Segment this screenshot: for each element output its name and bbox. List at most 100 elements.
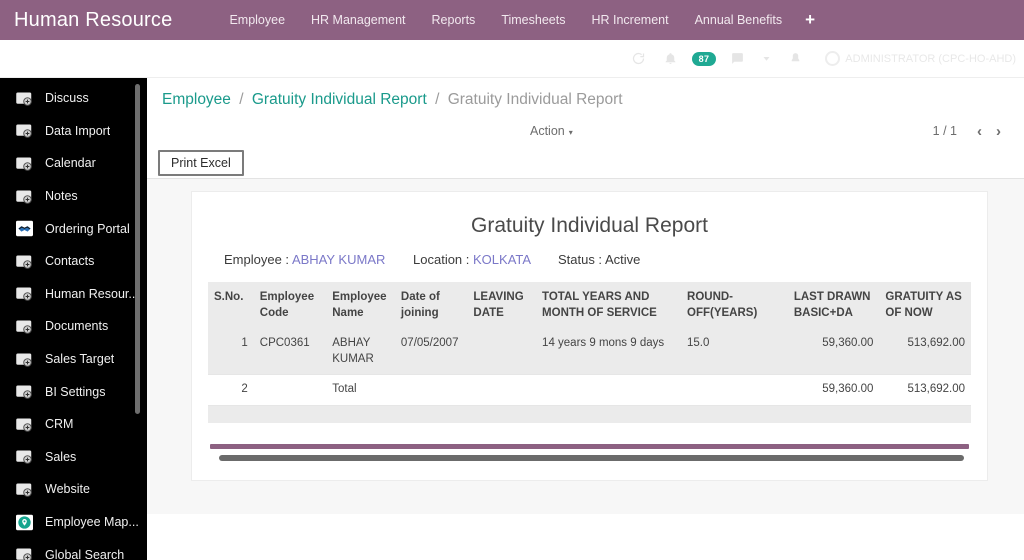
sidebar-item-employee-map[interactable]: Employee Map... bbox=[0, 506, 147, 539]
column-header-employee-code[interactable]: Employee Code bbox=[253, 282, 327, 330]
cell-date-of-joining bbox=[394, 374, 468, 406]
sidebar-item-label: Ordering Portal bbox=[45, 221, 130, 236]
action-bar: Action ▾ 1 / 1 ‹ › bbox=[147, 115, 1024, 147]
gratuity-report-table: S.No. Employee Code Employee Name Date o… bbox=[208, 282, 971, 406]
record-pager: 1 / 1 ‹ › bbox=[933, 123, 1008, 140]
cell-total-service bbox=[536, 374, 682, 406]
sidebar-item-label: Calendar bbox=[45, 156, 96, 171]
next-record-icon[interactable]: › bbox=[989, 123, 1008, 140]
sidebar-item-documents[interactable]: Documents bbox=[0, 310, 147, 343]
breadcrumb-root[interactable]: Employee bbox=[162, 91, 231, 108]
report-control-bar: Print Excel bbox=[147, 147, 1024, 179]
meta-location-value: KOLKATA bbox=[473, 252, 531, 267]
app-icon bbox=[14, 546, 34, 560]
meta-employee: Employee : ABHAY KUMAR bbox=[224, 252, 389, 267]
system-status-bar: 87 ADMINISTRATOR (CPC-HO-AHD) bbox=[0, 40, 1024, 78]
previous-record-icon[interactable]: ‹ bbox=[970, 123, 989, 140]
cell-round-off-years bbox=[681, 374, 788, 406]
column-header-date-of-joining[interactable]: Date of joining bbox=[394, 282, 468, 330]
meta-employee-label: Employee : bbox=[224, 252, 290, 267]
action-dropdown-label: Action bbox=[530, 124, 565, 138]
sidebar-scrollbar[interactable] bbox=[135, 84, 140, 414]
main-content-area: Employee / Gratuity Individual Report / … bbox=[147, 78, 1024, 560]
sidebar-item-crm[interactable]: CRM bbox=[0, 408, 147, 441]
sidebar-item-label: Human Resour... bbox=[45, 286, 139, 301]
report-footer-bars bbox=[208, 443, 971, 461]
left-app-sidebar: Discuss Data Import Calendar Notes Order bbox=[0, 78, 147, 560]
nav-item-hr-increment[interactable]: HR Increment bbox=[578, 0, 681, 40]
cell-gratuity-as-of-now: 513,692.00 bbox=[879, 374, 971, 406]
sidebar-item-website[interactable]: Website bbox=[0, 473, 147, 506]
column-header-round-off-years[interactable]: ROUND-OFF(YEARS) bbox=[681, 282, 788, 330]
column-header-last-drawn-basic-da[interactable]: LAST DRAWN BASIC+DA bbox=[787, 282, 880, 330]
cell-employee-code bbox=[253, 374, 327, 406]
app-icon bbox=[14, 448, 34, 465]
nav-item-timesheets[interactable]: Timesheets bbox=[488, 0, 578, 40]
sidebar-item-discuss[interactable]: Discuss bbox=[0, 82, 147, 115]
column-header-leaving-date[interactable]: LEAVING DATE bbox=[467, 282, 537, 330]
sidebar-item-ordering-portal[interactable]: Ordering Portal bbox=[0, 212, 147, 245]
meta-status: Status : Active bbox=[558, 252, 640, 267]
breadcrumb-separator: / bbox=[435, 91, 440, 108]
app-icon bbox=[14, 90, 34, 107]
app-top-bar: Human Resource Employee HR Management Re… bbox=[0, 0, 1024, 40]
map-pin-icon bbox=[14, 514, 34, 531]
report-title: Gratuity Individual Report bbox=[471, 214, 708, 237]
cell-round-off-years: 15.0 bbox=[681, 329, 788, 376]
sidebar-item-notes[interactable]: Notes bbox=[0, 180, 147, 213]
meta-status-label: Status : bbox=[557, 252, 603, 267]
print-excel-button[interactable]: Print Excel bbox=[158, 149, 244, 176]
report-card: Gratuity Individual Report Employee : AB… bbox=[191, 191, 988, 481]
chevron-down-icon[interactable] bbox=[762, 54, 771, 63]
avatar bbox=[825, 51, 841, 66]
pager-count-label: 1 / 1 bbox=[932, 124, 957, 138]
cell-sno: 1 bbox=[208, 329, 254, 376]
column-header-sno[interactable]: S.No. bbox=[208, 282, 254, 330]
table-header-row: S.No. Employee Code Employee Name Date o… bbox=[208, 282, 971, 330]
sidebar-item-sales-target[interactable]: Sales Target bbox=[0, 343, 147, 376]
nav-item-hr-management[interactable]: HR Management bbox=[298, 0, 419, 40]
cell-sno: 2 bbox=[208, 374, 254, 406]
add-new-icon[interactable]: + bbox=[795, 0, 825, 40]
column-header-total-service[interactable]: TOTAL YEARS AND MONTH OF SERVICE bbox=[536, 282, 682, 330]
breadcrumb-current: Gratuity Individual Report bbox=[447, 91, 623, 108]
activity-icon[interactable] bbox=[789, 52, 802, 65]
nav-item-employee[interactable]: Employee bbox=[216, 0, 298, 40]
horizontal-scrollbar[interactable] bbox=[219, 454, 965, 461]
user-account-menu[interactable]: ADMINISTRATOR (CPC-HO-AHD) bbox=[825, 51, 1016, 66]
cell-leaving-date bbox=[467, 329, 537, 376]
breadcrumb-parent[interactable]: Gratuity Individual Report bbox=[252, 91, 427, 108]
handshake-icon bbox=[14, 220, 34, 237]
table-row[interactable]: 2 Total 59,360.00 513,692.00 bbox=[208, 374, 971, 406]
cell-date-of-joining: 07/05/2007 bbox=[394, 329, 468, 376]
app-icon bbox=[14, 351, 34, 368]
app-icon bbox=[14, 155, 34, 172]
cell-total-service: 14 years 9 mons 9 days bbox=[536, 329, 682, 376]
messages-icon[interactable] bbox=[731, 52, 744, 65]
column-header-gratuity-as-of-now[interactable]: GRATUITY AS OF NOW bbox=[879, 282, 971, 330]
sidebar-item-human-resource[interactable]: Human Resour... bbox=[0, 278, 147, 311]
sidebar-item-data-import[interactable]: Data Import bbox=[0, 115, 147, 148]
refresh-icon[interactable] bbox=[631, 51, 646, 66]
app-icon bbox=[14, 122, 34, 139]
notification-count-badge[interactable]: 87 bbox=[691, 51, 717, 66]
sidebar-item-global-search[interactable]: Global Search bbox=[0, 538, 147, 560]
nav-item-annual-benefits[interactable]: Annual Benefits bbox=[682, 0, 796, 40]
bell-icon[interactable] bbox=[664, 52, 677, 65]
nav-item-reports[interactable]: Reports bbox=[419, 0, 489, 40]
table-row[interactable]: 1 CPC0361 ABHAY KUMAR 07/05/2007 14 year… bbox=[208, 329, 971, 376]
report-meta-line: Employee : ABHAY KUMAR Location : KOLKAT… bbox=[208, 252, 971, 267]
sidebar-item-calendar[interactable]: Calendar bbox=[0, 147, 147, 180]
cell-employee-code: CPC0361 bbox=[253, 329, 327, 376]
sidebar-item-label: Employee Map... bbox=[45, 515, 139, 530]
sidebar-item-sales[interactable]: Sales bbox=[0, 441, 147, 474]
meta-location-label: Location : bbox=[413, 252, 470, 267]
report-scroll-region: Gratuity Individual Report Employee : AB… bbox=[147, 179, 1024, 514]
action-dropdown[interactable]: Action ▾ bbox=[530, 124, 573, 138]
cell-employee-name: Total bbox=[326, 374, 395, 406]
sidebar-item-bi-settings[interactable]: BI Settings bbox=[0, 375, 147, 408]
column-header-employee-name[interactable]: Employee Name bbox=[326, 282, 395, 330]
sidebar-item-contacts[interactable]: Contacts bbox=[0, 245, 147, 278]
cell-last-drawn-basic-da: 59,360.00 bbox=[787, 374, 880, 406]
breadcrumb-separator: / bbox=[239, 91, 244, 108]
